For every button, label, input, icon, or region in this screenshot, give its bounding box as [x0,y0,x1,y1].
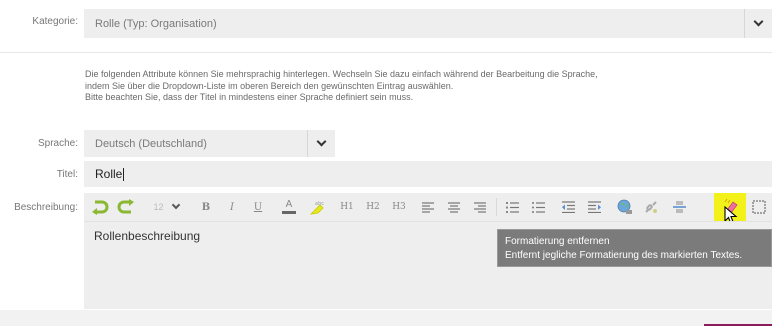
info-line-1: Die folgenden Attribute können Sie mehrs… [85,69,598,79]
titel-input[interactable]: Rolle [84,161,772,187]
multilingual-info-text: Die folgenden Attribute können Sie mehrs… [85,69,745,104]
indent-icon [587,201,601,213]
remove-format-tooltip: Formatierung entfernen Entfernt jegliche… [497,229,772,267]
heading-3-button[interactable]: H3 [388,193,410,221]
insert-link-button[interactable] [614,193,636,221]
link-globe-icon [617,199,632,214]
redo-icon [117,199,134,214]
font-color-icon: A [285,199,293,210]
align-left-button[interactable] [418,193,438,221]
highlight-color-button[interactable]: abc [306,193,328,221]
chevron-down-icon [753,16,764,27]
redo-button[interactable] [114,193,138,221]
sprache-label: Sprache: [37,138,78,149]
titel-label: Titel: [56,169,78,180]
horizontal-rule-button[interactable] [668,193,690,221]
highlighter-icon: abc [309,201,324,215]
tooltip-title: Formatierung entfernen [505,236,610,247]
source-code-button[interactable] [748,193,770,221]
page-footer [0,310,772,326]
ordered-list-button[interactable] [502,193,522,221]
unordered-list-button[interactable] [528,193,548,221]
align-center-button[interactable] [444,193,464,221]
fullscreen-icon [752,200,766,214]
kategorie-dropdown-button[interactable] [744,9,772,38]
unlink-icon [645,201,657,213]
italic-icon: I [230,201,234,213]
indent-button[interactable] [584,193,604,221]
align-left-icon [422,201,434,213]
unordered-list-icon [531,201,545,213]
bold-button[interactable]: B [196,193,216,221]
underline-icon: U [253,201,263,213]
underline-button[interactable]: U [248,193,268,221]
kategorie-label: Kategorie: [32,16,78,27]
font-size-value: 12 [153,202,164,212]
undo-icon [92,200,109,215]
sprache-dropdown-button[interactable] [307,130,335,157]
heading-2-icon: H2 [366,202,380,212]
remove-link-button[interactable] [640,193,662,221]
ordered-list-icon [505,201,519,213]
font-size-select[interactable]: 12 [144,193,188,221]
font-color-button[interactable]: A [278,193,300,221]
heading-3-icon: H3 [392,202,406,212]
italic-button[interactable]: I [222,193,242,221]
chevron-down-icon [316,136,327,147]
text-cursor [123,167,125,181]
editor-toolbar: 12 B I U A abc H1 H2 H3 [84,193,772,221]
align-right-icon [474,201,486,213]
align-right-button[interactable] [470,193,490,221]
titel-input-value: Rolle [95,167,123,181]
sprache-select[interactable]: Deutsch (Deutschland) [84,130,335,157]
kategorie-select[interactable]: Rolle (Typ: Organisation) [84,9,772,38]
heading-1-button[interactable]: H1 [336,193,358,221]
info-line-2: indem Sie über die Dropdown-Liste im obe… [85,80,454,91]
font-color-bar [282,211,296,214]
info-line-3: Bitte beachten Sie, dass der Titel in mi… [85,92,414,102]
horizontal-rule-icon [672,201,686,213]
beschreibung-label: Beschreibung: [14,202,78,213]
bold-icon: B [201,201,211,213]
heading-2-button[interactable]: H2 [362,193,384,221]
kategorie-select-value: Rolle (Typ: Organisation) [95,17,217,30]
section-divider [0,52,772,53]
align-center-icon [448,201,460,213]
sprache-select-value: Deutsch (Deutschland) [95,137,207,150]
toolbar-separator [496,198,497,216]
undo-button[interactable] [88,193,112,221]
chevron-down-icon [171,200,180,210]
outdent-icon [561,201,575,213]
outdent-button[interactable] [558,193,578,221]
heading-1-icon: H1 [340,202,354,212]
tooltip-description: Entfernt jegliche Formatierung des marki… [505,250,743,261]
